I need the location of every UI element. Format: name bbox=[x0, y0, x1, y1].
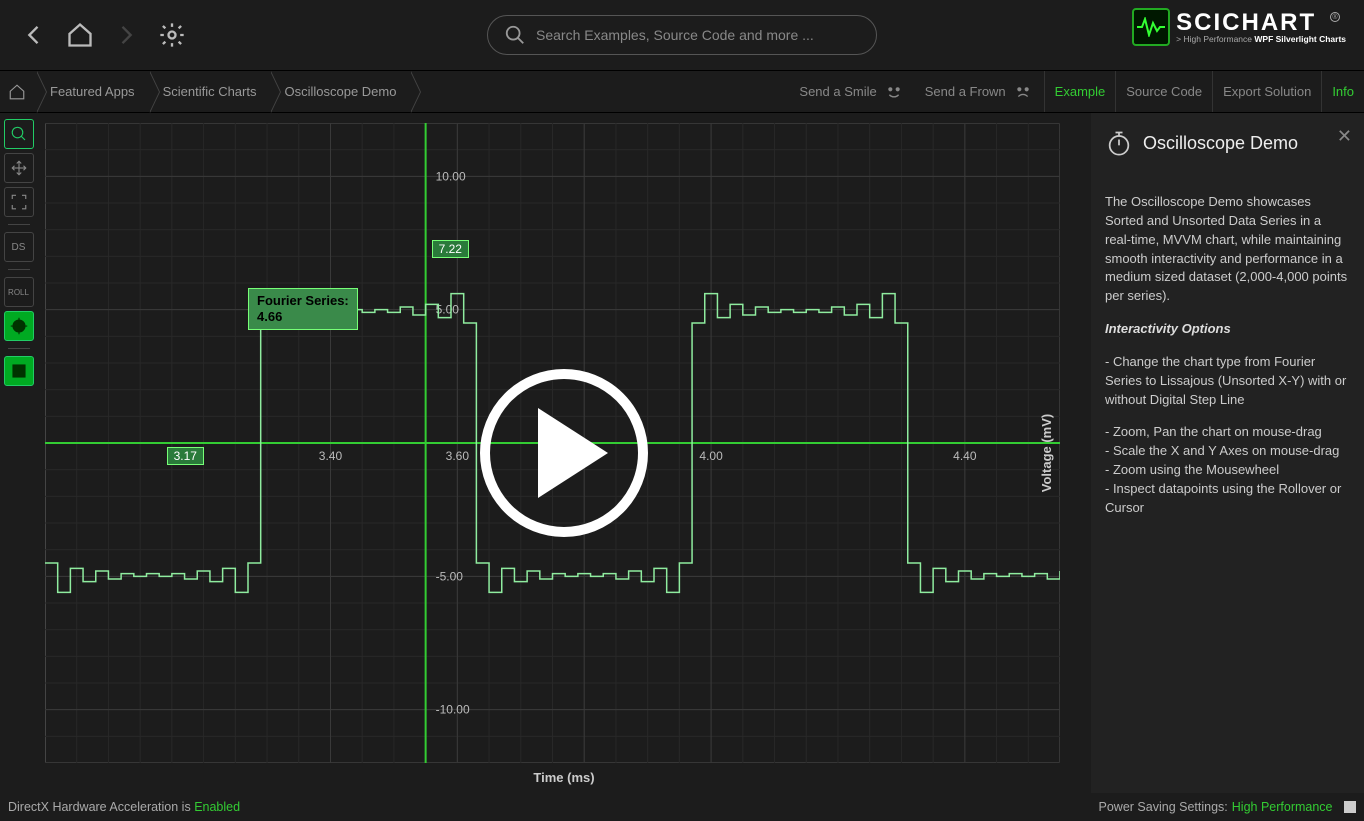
settings-button[interactable] bbox=[156, 19, 188, 51]
panel-subheading: Interactivity Options bbox=[1105, 321, 1231, 336]
breadcrumb-item[interactable]: Featured Apps bbox=[36, 71, 149, 112]
panel-bullet: - Zoom, Pan the chart on mouse-drag bbox=[1105, 423, 1350, 442]
svg-text:-10.00: -10.00 bbox=[436, 703, 470, 717]
search-box[interactable] bbox=[487, 15, 877, 55]
y-cursor-marker: 7.22 bbox=[432, 240, 469, 258]
play-button[interactable] bbox=[480, 369, 648, 537]
hw-accel-label: DirectX Hardware Acceleration is Enabled bbox=[8, 800, 240, 814]
zoom-extents-tool[interactable] bbox=[4, 187, 34, 217]
logo-text: SCICHART bbox=[1176, 11, 1346, 35]
panel-bullet: - Zoom using the Mousewheel bbox=[1105, 461, 1350, 480]
back-button[interactable] bbox=[18, 19, 50, 51]
svg-text:-5.00: -5.00 bbox=[436, 569, 464, 583]
panel-title: Oscilloscope Demo bbox=[1143, 130, 1298, 156]
search-input[interactable] bbox=[536, 27, 860, 43]
power-saving-label[interactable]: Power Saving Settings: High Performance bbox=[1099, 800, 1356, 814]
cursor-tool[interactable] bbox=[4, 311, 34, 341]
search-icon bbox=[504, 24, 526, 46]
chart-toolbar: DS ROLL bbox=[0, 113, 37, 793]
panel-bullet: - Inspect datapoints using the Rollover … bbox=[1105, 480, 1350, 518]
breadcrumb: Featured Apps Scientific Charts Oscillos… bbox=[0, 71, 410, 112]
close-panel-button[interactable]: ✕ bbox=[1337, 123, 1352, 149]
status-bar: DirectX Hardware Acceleration is Enabled… bbox=[0, 793, 1364, 821]
zoom-tool[interactable] bbox=[4, 119, 34, 149]
panel-bullet: - Change the chart type from Fourier Ser… bbox=[1105, 353, 1350, 410]
tab-export-solution[interactable]: Export Solution bbox=[1212, 71, 1321, 112]
forward-button[interactable] bbox=[110, 19, 142, 51]
send-frown-button[interactable]: Send a Frown bbox=[915, 81, 1044, 103]
stopwatch-icon bbox=[1105, 129, 1133, 157]
x-axis-label: Time (ms) bbox=[533, 770, 594, 785]
svg-text:3.60: 3.60 bbox=[446, 449, 470, 463]
roll-tool[interactable]: ROLL bbox=[4, 277, 34, 307]
svg-text:10.00: 10.00 bbox=[436, 169, 466, 183]
y-axis-label: Voltage (mV) bbox=[1038, 414, 1053, 493]
pan-tool[interactable] bbox=[4, 153, 34, 183]
panel-description: The Oscilloscope Demo showcases Sorted a… bbox=[1105, 193, 1350, 306]
logo: SCICHART > High Performance WPF Silverli… bbox=[1132, 8, 1346, 46]
tab-info[interactable]: Info bbox=[1321, 71, 1364, 112]
svg-text:3.40: 3.40 bbox=[319, 449, 343, 463]
info-panel: ✕ Oscilloscope Demo The Oscilloscope Dem… bbox=[1091, 113, 1364, 793]
top-toolbar: SCICHART > High Performance WPF Silverli… bbox=[0, 0, 1364, 71]
svg-text:5.00: 5.00 bbox=[436, 303, 460, 317]
tab-example[interactable]: Example bbox=[1044, 71, 1116, 112]
svg-text:4.00: 4.00 bbox=[699, 449, 723, 463]
series-tooltip: Fourier Series: 4.66 bbox=[248, 288, 358, 329]
x-cursor-marker: 3.17 bbox=[167, 447, 204, 465]
breadcrumb-home[interactable] bbox=[0, 71, 36, 112]
home-button[interactable] bbox=[64, 19, 96, 51]
ds-tool[interactable]: DS bbox=[4, 232, 34, 262]
settings-icon bbox=[1344, 801, 1356, 813]
sub-toolbar: Featured Apps Scientific Charts Oscillos… bbox=[0, 71, 1364, 113]
svg-text:4.40: 4.40 bbox=[953, 449, 977, 463]
send-smile-button[interactable]: Send a Smile bbox=[789, 81, 914, 103]
tab-source-code[interactable]: Source Code bbox=[1115, 71, 1212, 112]
breadcrumb-item[interactable]: Oscilloscope Demo bbox=[270, 71, 410, 112]
panel-bullet: - Scale the X and Y Axes on mouse-drag bbox=[1105, 442, 1350, 461]
logo-icon bbox=[1132, 8, 1170, 46]
breadcrumb-item[interactable]: Scientific Charts bbox=[149, 71, 271, 112]
theme-tool[interactable] bbox=[4, 356, 34, 386]
chart-area[interactable]: 3.403.603.804.004.40-10.00-5.005.0010.00… bbox=[37, 113, 1091, 793]
